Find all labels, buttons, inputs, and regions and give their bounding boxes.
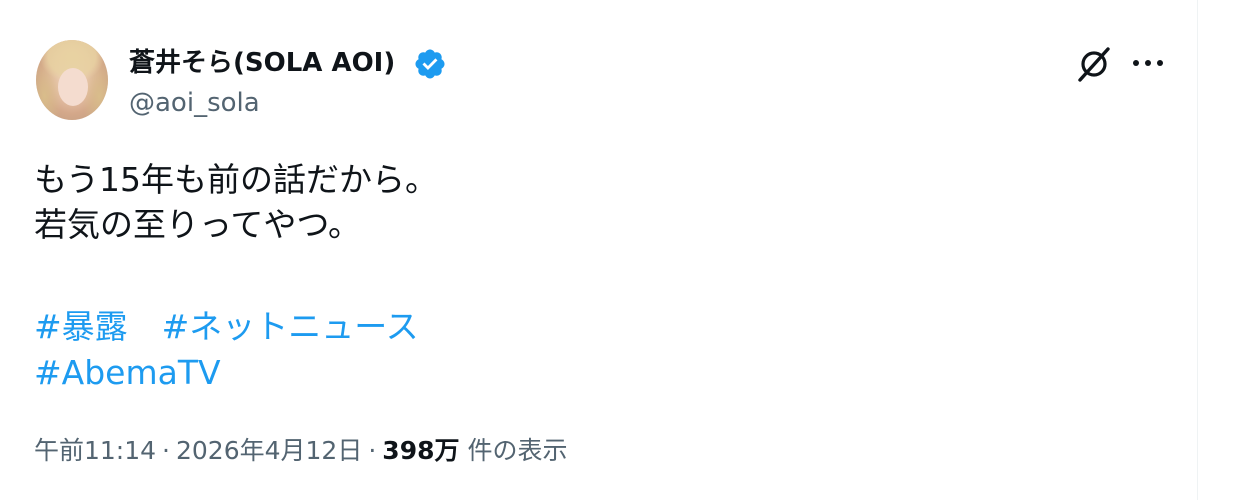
hashtag-row: #AbemaTV bbox=[34, 350, 419, 396]
tweet-time[interactable]: 午前11:14 bbox=[34, 436, 156, 465]
views-label: 件の表示 bbox=[467, 436, 568, 465]
avatar-face bbox=[58, 68, 88, 106]
meta-separator: · bbox=[368, 436, 377, 465]
hashtag-row: #暴露 #ネットニュース bbox=[34, 304, 419, 350]
grok-icon[interactable] bbox=[1074, 44, 1114, 84]
tweet-date[interactable]: 2026年4月12日 bbox=[176, 436, 362, 465]
views-count: 398万 bbox=[382, 436, 460, 465]
author-display-name[interactable]: 蒼井そら(SOLA AOI) bbox=[129, 47, 395, 79]
hashtag-list: #暴露 #ネットニュース #AbemaTV bbox=[34, 304, 419, 396]
tweet-text: もう15年も前の話だから。 若気の至りってやつ。 bbox=[34, 157, 438, 247]
hashtag-link[interactable]: #ネットニュース bbox=[162, 307, 419, 346]
hashtag-link[interactable]: #暴露 bbox=[34, 307, 128, 346]
meta-separator: · bbox=[162, 436, 170, 465]
verified-badge-icon bbox=[415, 49, 445, 79]
avatar[interactable] bbox=[36, 40, 108, 120]
tweet-text-line: もう15年も前の話だから。 bbox=[34, 160, 439, 199]
more-horizontal-icon[interactable] bbox=[1128, 48, 1168, 78]
tweet-card: 蒼井そら(SOLA AOI) @aoi_sola もう15年も前の話だから。 若… bbox=[0, 0, 1198, 500]
hashtag-link[interactable]: #AbemaTV bbox=[34, 353, 221, 392]
tweet-meta: 午前11:14 · 2026年4月12日 · 398万 件の表示 bbox=[34, 434, 567, 468]
tweet-text-line: 若気の至りってやつ。 bbox=[34, 205, 362, 244]
author-handle[interactable]: @aoi_sola bbox=[129, 87, 260, 119]
